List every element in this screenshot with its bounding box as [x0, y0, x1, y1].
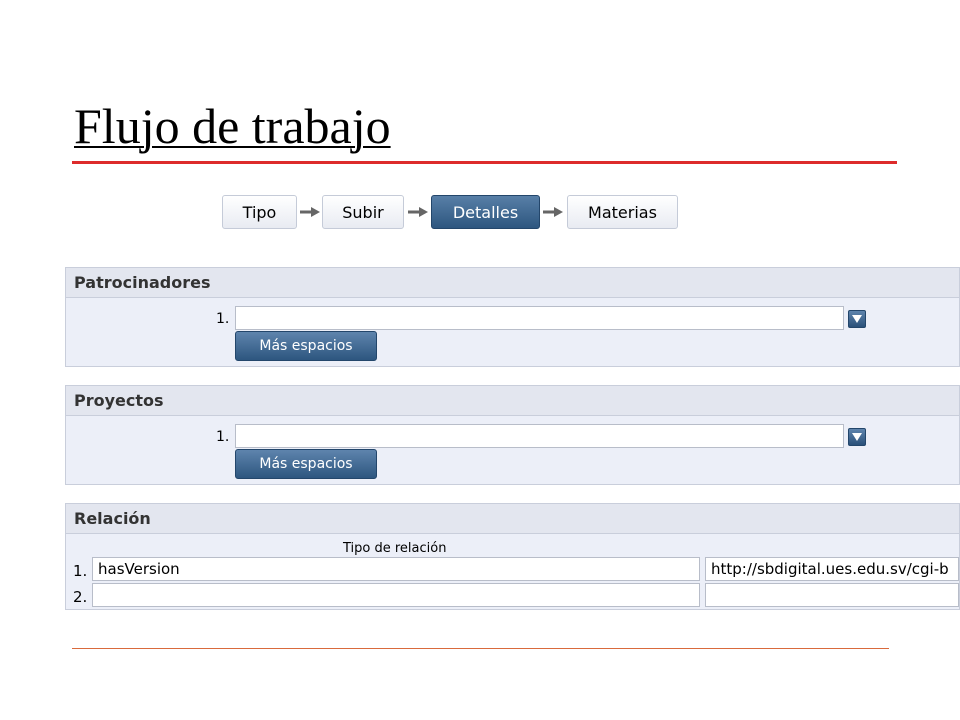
projects-dropdown-button[interactable] — [848, 428, 866, 446]
relation-row-number: 2. — [73, 588, 88, 606]
step-detalles[interactable]: Detalles — [431, 195, 540, 229]
title-divider — [72, 161, 897, 164]
arrow-right-icon — [543, 207, 563, 217]
arrow-right-icon — [300, 207, 320, 217]
projects-row-number: 1. — [216, 429, 230, 445]
relation-uri-input[interactable] — [705, 583, 959, 607]
arrow-right-icon — [408, 207, 428, 217]
projects-panel: Proyectos 1. Más espacios — [65, 385, 960, 485]
projects-more-button[interactable]: Más espacios — [235, 449, 377, 479]
sponsors-more-button[interactable]: Más espacios — [235, 331, 377, 361]
sponsors-heading: Patrocinadores — [66, 268, 959, 298]
chevron-down-icon — [852, 315, 862, 323]
projects-input[interactable] — [235, 424, 844, 448]
sponsors-row-number: 1. — [216, 311, 230, 327]
relation-uri-input[interactable]: http://sbdigital.ues.edu.sv/cgi-b — [705, 557, 959, 581]
relation-type-column-header: Tipo de relación — [343, 541, 447, 556]
relation-row-number: 1. — [73, 562, 88, 580]
relation-type-input[interactable]: hasVersion — [92, 557, 700, 581]
step-tipo[interactable]: Tipo — [222, 195, 297, 229]
footer-divider — [72, 648, 889, 649]
step-materias[interactable]: Materias — [567, 195, 678, 229]
relation-type-input[interactable] — [92, 583, 700, 607]
sponsors-input[interactable] — [235, 306, 844, 330]
chevron-down-icon — [852, 433, 862, 441]
sponsors-dropdown-button[interactable] — [848, 310, 866, 328]
relation-panel: Relación Tipo de relación 1. hasVersion … — [65, 503, 960, 610]
step-subir[interactable]: Subir — [322, 195, 404, 229]
relation-heading: Relación — [66, 504, 959, 534]
projects-heading: Proyectos — [66, 386, 959, 416]
sponsors-panel: Patrocinadores 1. Más espacios — [65, 267, 960, 367]
page-title: Flujo de trabajo — [74, 98, 391, 154]
